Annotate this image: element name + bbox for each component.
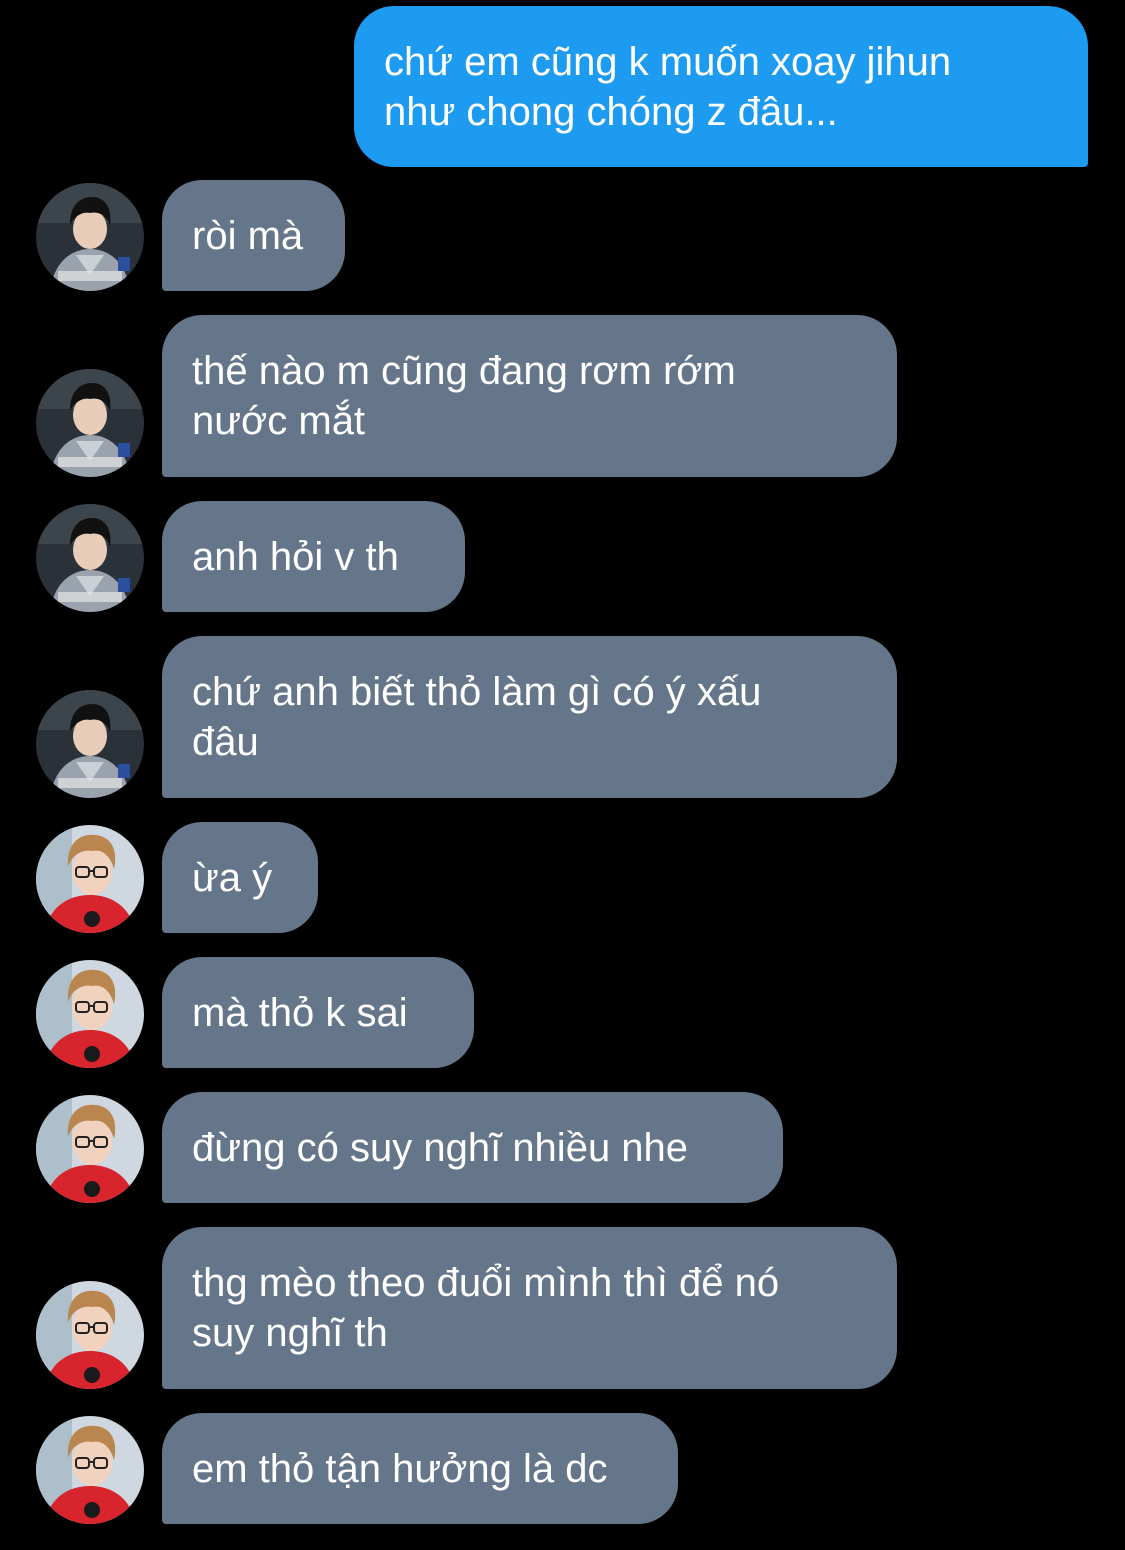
sender-avatar-icon[interactable] xyxy=(36,825,144,933)
message-text: em thỏ tận hưởng là dc xyxy=(192,1446,608,1491)
sender-avatar-icon[interactable] xyxy=(36,183,144,291)
message-text: chứ em cũng k muốn xoay jihun như chong … xyxy=(384,39,952,134)
message-text: mà thỏ k sai xyxy=(192,990,408,1035)
message-bubble-incoming[interactable]: em thỏ tận hưởng là dc xyxy=(162,1413,678,1524)
message-bubble-incoming[interactable]: đừng có suy nghĩ nhiều nhe xyxy=(162,1092,783,1203)
message-bubble-outgoing[interactable]: chứ em cũng k muốn xoay jihun như chong … xyxy=(354,6,1088,167)
message-bubble-incoming[interactable]: thế nào m cũng đang rơm rớm nước mắt xyxy=(162,315,897,477)
sender-avatar-icon[interactable] xyxy=(36,960,144,1068)
message-bubble-incoming[interactable]: ừa ý xyxy=(162,822,318,933)
sender-avatar-icon[interactable] xyxy=(36,690,144,798)
message-bubble-incoming[interactable]: ròi mà xyxy=(162,180,345,291)
sender-avatar-icon[interactable] xyxy=(36,1095,144,1203)
message-bubble-incoming[interactable]: thg mèo theo đuổi mình thì để nó suy ngh… xyxy=(162,1227,897,1389)
sender-avatar-icon[interactable] xyxy=(36,1281,144,1389)
sender-avatar-icon[interactable] xyxy=(36,1416,144,1524)
message-bubble-incoming[interactable]: mà thỏ k sai xyxy=(162,957,474,1068)
message-text: chứ anh biết thỏ làm gì có ý xấu đâu xyxy=(192,670,762,764)
message-text: ròi mà xyxy=(192,213,304,258)
message-bubble-incoming[interactable]: chứ anh biết thỏ làm gì có ý xấu đâu xyxy=(162,636,897,798)
sender-avatar-icon[interactable] xyxy=(36,504,144,612)
message-text: thg mèo theo đuổi mình thì để nó suy ngh… xyxy=(192,1261,780,1355)
message-text: đừng có suy nghĩ nhiều nhe xyxy=(192,1125,689,1170)
sender-avatar-icon[interactable] xyxy=(36,369,144,477)
message-text: ừa ý xyxy=(192,855,273,900)
message-bubble-incoming[interactable]: anh hỏi v th xyxy=(162,501,465,612)
message-text: anh hỏi v th xyxy=(192,534,399,579)
message-text: thế nào m cũng đang rơm rớm nước mắt xyxy=(192,349,736,443)
